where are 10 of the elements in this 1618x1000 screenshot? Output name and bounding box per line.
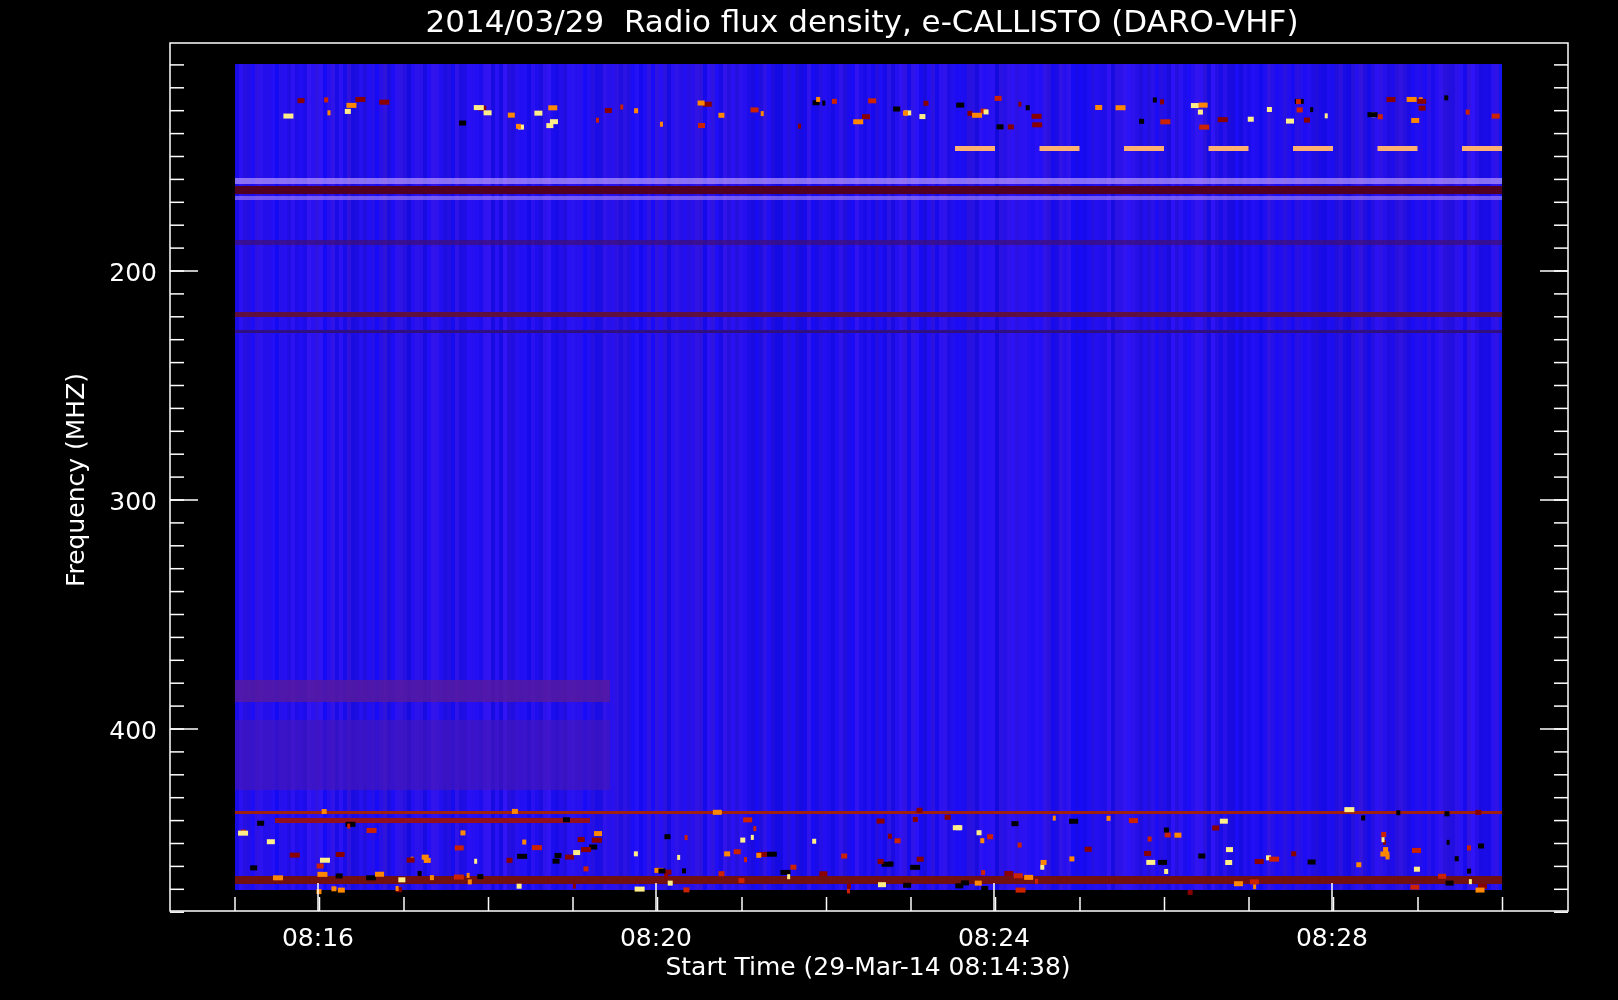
x-tick-label: 08:28 <box>1296 923 1368 952</box>
y-tick-label: 200 <box>109 258 157 287</box>
y-axis-label: Frequency (MHZ) <box>61 372 90 588</box>
x-tick-label: 08:20 <box>620 923 692 952</box>
x-tick-label: 08:24 <box>958 923 1030 952</box>
x-tick-label: 08:16 <box>282 923 354 952</box>
x-axis-label: Start Time (29-Mar-14 08:14:38) <box>665 952 1071 981</box>
y-tick-label: 400 <box>109 716 157 745</box>
chart-title: 2014/03/29 Radio flux density, e-CALLISTO (DARO-VHF) <box>425 3 1299 39</box>
y-tick-label: 300 <box>109 487 157 516</box>
